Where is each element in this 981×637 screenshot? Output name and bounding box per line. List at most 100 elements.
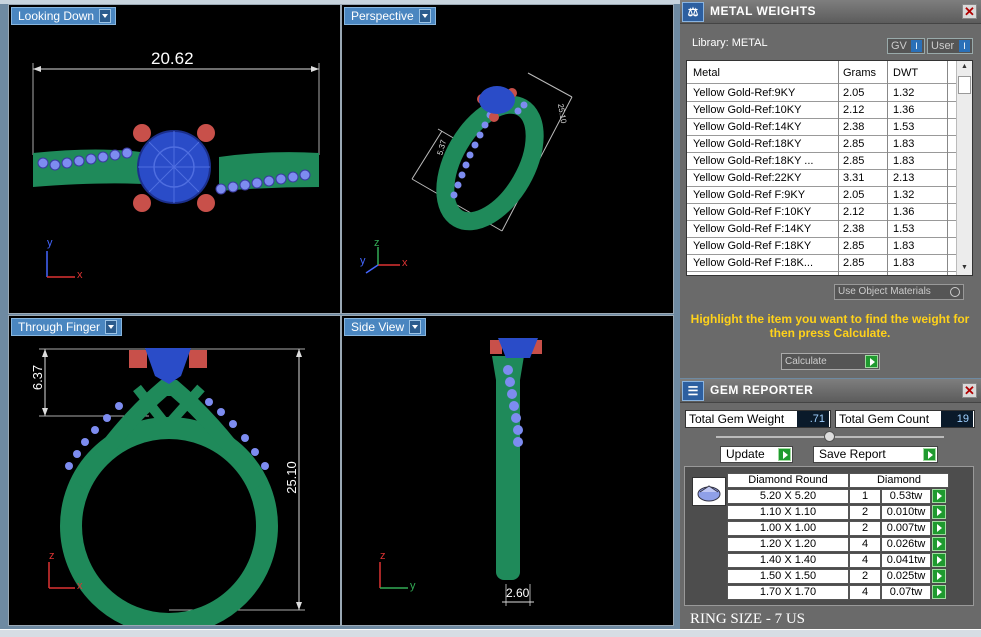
axis-label-y: y [410,580,416,592]
cell-grams: 2.12 [843,206,865,218]
gem-row-go-button[interactable] [932,489,946,503]
use-object-materials-toggle[interactable]: Use Object Materials [834,284,964,300]
column-divider [947,61,948,275]
cell-metal: Yellow Gold-Ref F:18KY [693,240,812,252]
dimension-label-width: 2.60 [506,586,530,600]
viewport-menu-looking-down[interactable]: Looking Down [11,7,117,25]
table-row[interactable]: Yellow Gold-Ref F:18KY 2.85 1.83 [687,238,957,255]
scrollbar-thumb[interactable] [958,76,971,94]
scroll-down-icon[interactable]: ▼ [961,264,968,271]
viewport-looking-down[interactable]: 20.62 y x Looking Down [8,4,341,314]
cell-dwt: 1.53 [893,121,915,133]
cell-grams: 2.85 [843,155,865,167]
gem-cell-weight: 0.010tw [881,505,931,520]
cell-dwt: 1.36 [893,104,915,116]
gem-row-go-button[interactable] [932,585,946,599]
table-row[interactable]: Yellow Gold-Ref F:18K... 2.85 1.83 [687,255,957,272]
table-row[interactable]: Yellow Gold-Ref F:9KY 2.05 1.32 [687,187,957,204]
gv-label: GV [891,40,907,52]
close-button[interactable]: ✕ [962,4,977,19]
gem-cell-size: 1.40 X 1.40 [727,553,849,568]
radio-icon [950,287,960,297]
calculate-hint: Highlight the item you want to find the … [690,312,970,340]
user-toggle[interactable]: User I [927,38,973,54]
cell-metal: Yellow Gold-Ref:22KY [693,172,802,184]
axis-label-z: z [380,550,386,562]
gem-cell-weight: 0.026tw [881,537,931,552]
slider-handle[interactable] [824,431,835,442]
use-object-materials-label: Use Object Materials [838,286,931,297]
cell-dwt: 1.32 [893,87,915,99]
table-row[interactable]: Yellow Gold-Ref:22KY 3.31 2.13 [687,170,957,187]
table-row[interactable]: Yellow Gold-Ref:14KY 2.38 1.53 [687,119,957,136]
viewport-label: Through Finger [18,320,101,334]
gem-row-go-button[interactable] [932,505,946,519]
gem-row-go-button[interactable] [932,569,946,583]
chevron-down-icon [418,9,431,23]
gem-cell-size: 1.20 X 1.20 [727,537,849,552]
gem-row-go-button[interactable] [932,521,946,535]
table-row[interactable]: Yellow Gold-Ref:18KY ... 2.85 1.83 [687,153,957,170]
toggle-icon: I [911,40,922,52]
column-header-metal: Metal [693,67,720,79]
cell-metal: Yellow Gold-Ref:9KY [693,87,796,99]
save-report-button[interactable]: Save Report [813,446,938,463]
gem-cell-count: 4 [849,585,881,600]
chevron-down-icon [409,320,422,334]
gem-reporter-titlebar: ☰ GEM REPORTER ✕ [680,379,981,403]
toggle-icon: I [959,40,970,52]
axis-label-x: x [402,257,408,269]
update-button[interactable]: Update [720,446,793,463]
cell-dwt: 1.83 [893,240,915,252]
viewport-menu-through-finger[interactable]: Through Finger [11,318,123,336]
table-scrollbar[interactable]: ▲ ▼ [956,61,972,275]
ring-size-label: RING SIZE - 7 US [690,611,805,627]
metal-table[interactable]: Metal Grams DWT Yellow Gold-Ref:9KY 2.05 1… [686,60,973,276]
total-gem-weight-value: .71 [797,411,829,427]
table-row[interactable]: Yellow Gold-Ref F:14KY 2.38 1.53 [687,221,957,238]
gem-row-go-button[interactable] [932,553,946,567]
cell-dwt: 2.13 [893,172,915,184]
close-button[interactable]: ✕ [962,383,977,398]
gem-list-icon: ☰ [682,381,704,401]
gem-cell-weight: 0.07tw [881,585,931,600]
viewport-menu-perspective[interactable]: Perspective [344,7,436,25]
gem-cell-size: 1.50 X 1.50 [727,569,849,584]
viewport-through-finger[interactable]: 6.37 25.10 z x Through Finger [8,315,341,626]
cell-dwt: 1.53 [893,223,915,235]
metal-weights-titlebar: ⚖ METAL WEIGHTS ✕ [680,0,981,24]
viewport-perspective[interactable]: 5.37 25.10 y z x Perspective [341,4,674,314]
scale-icon: ⚖ [682,2,704,22]
cell-dwt: 1.36 [893,206,915,218]
table-row[interactable]: Yellow Gold-Ref:10KY 2.12 1.36 [687,102,957,119]
gv-toggle[interactable]: GV I [887,38,925,54]
scroll-up-icon[interactable]: ▲ [961,63,968,70]
cell-metal: Yellow Gold-Ref F:14KY [693,223,812,235]
gem-cell-weight: 0.007tw [881,521,931,536]
total-gem-weight-label: Total Gem Weight [689,412,785,426]
gem-slider[interactable] [716,431,944,442]
cell-grams: 3.31 [843,172,865,184]
ring-side-view [379,338,542,606]
calculate-label: Calculate [785,356,827,367]
library-label: Library: METAL [692,37,768,49]
cell-grams: 2.85 [843,240,865,252]
column-header-dwt: DWT [893,67,919,79]
viewport-side-view[interactable]: 2.60 z y Side View [341,315,674,626]
axis-label-x: x [77,580,83,592]
cell-grams: 2.12 [843,104,865,116]
column-divider [838,61,839,275]
cell-grams: 2.38 [843,121,865,133]
gem-cell-size: 5.20 X 5.20 [727,489,849,504]
viewport-menu-side-view[interactable]: Side View [344,318,427,336]
chevron-down-icon [105,320,118,334]
cell-metal: Yellow Gold-Ref F:10KY [693,206,812,218]
cell-dwt: 1.83 [893,155,915,167]
table-row[interactable]: Yellow Gold-Ref F:10KY 2.12 1.36 [687,204,957,221]
table-row[interactable]: Yellow Gold-Ref:9KY 2.05 1.32 [687,85,957,102]
cell-grams: 2.85 [843,257,865,269]
table-row[interactable]: Yellow Gold-Ref:18KY 2.85 1.83 [687,136,957,153]
calculate-button[interactable]: Calculate [781,353,880,370]
gem-row-go-button[interactable] [932,537,946,551]
cell-metal: Yellow Gold-Ref F:9KY [693,189,806,201]
